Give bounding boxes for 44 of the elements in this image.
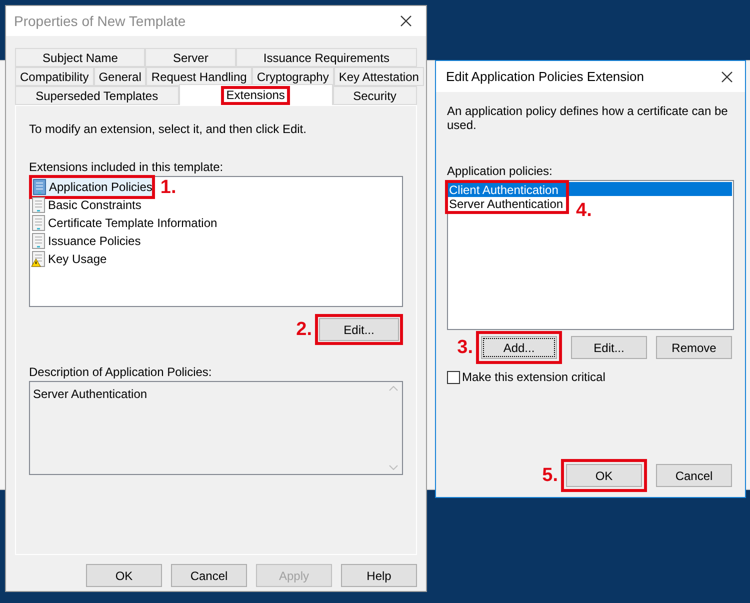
list-item[interactable]: Certificate Template Information (31, 214, 218, 232)
description-label: Description of Application Policies: (29, 364, 213, 381)
list-item[interactable]: Key Usage (31, 250, 107, 268)
window-title: Properties of New Template (14, 12, 186, 31)
description-text: Server Authentication (32, 386, 148, 403)
tab[interactable]: Server (145, 48, 236, 67)
step-number: 3. (457, 338, 473, 357)
step-number: 5. (542, 466, 558, 485)
instruction-text: To modify an extension, select it, and then click Edit. (29, 121, 308, 138)
list-item[interactable]: Server Authentication (448, 197, 566, 211)
dialog-button[interactable]: Help (341, 564, 417, 587)
dialog-button[interactable]: Cancel (171, 564, 247, 587)
list-item[interactable]: Application Policies (32, 178, 152, 196)
dialog-button[interactable]: OK (86, 564, 162, 587)
step-number: 2. (296, 320, 312, 339)
tab[interactable]: Issuance Requirements (236, 48, 417, 67)
description-text: An application policy defines how a certificate can be used. (447, 104, 729, 132)
tab[interactable]: General (94, 67, 146, 86)
tab[interactable]: Compatibility (15, 67, 94, 86)
list-item[interactable]: Client Authentication (448, 183, 566, 197)
edit-button[interactable]: Edit... (319, 318, 399, 341)
dialog-button[interactable]: Cancel (656, 464, 732, 487)
step-number: 1. (160, 178, 176, 196)
checkbox[interactable] (447, 370, 460, 384)
list-button[interactable]: Remove (656, 336, 732, 359)
list-button[interactable]: Edit... (571, 336, 647, 359)
list-button[interactable]: Add... (481, 336, 557, 359)
list-item[interactable]: Issuance Policies (31, 232, 141, 250)
step-number: 4. (576, 201, 592, 220)
tab[interactable]: Key Attestation (334, 67, 424, 86)
close-icon[interactable] (400, 15, 412, 27)
checkbox-label[interactable]: Make this extension critical (462, 368, 606, 386)
dialog-button[interactable]: OK (566, 464, 642, 487)
tab[interactable]: Security (332, 86, 418, 105)
window-title: Edit Application Policies Extension (446, 68, 644, 86)
list-item[interactable]: Basic Constraints (31, 196, 142, 214)
document-icon (32, 179, 47, 195)
tab[interactable]: Request Handling (146, 67, 252, 86)
tab[interactable]: Extensions (226, 88, 285, 102)
tab[interactable]: Subject Name (15, 48, 146, 67)
list-label: Application policies: (447, 163, 554, 180)
close-icon[interactable] (721, 70, 733, 82)
list-label: Extensions included in this template: (29, 159, 224, 176)
tab[interactable]: Superseded Templates (15, 86, 179, 105)
